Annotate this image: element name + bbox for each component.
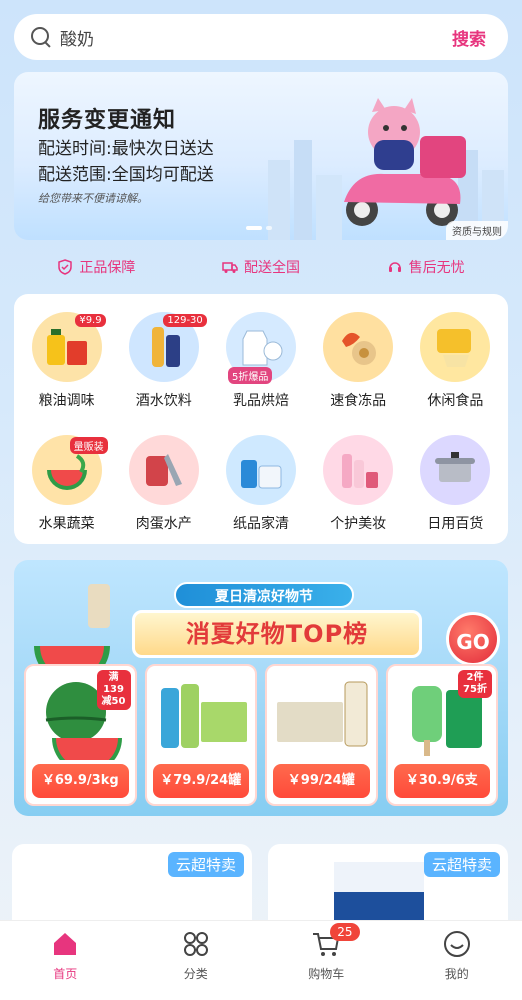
banner-apology-note: 给您带来不便请谅解。 <box>38 192 148 205</box>
category-meat-seafood[interactable]: 肉蛋水产 <box>115 435 212 544</box>
search-input[interactable]: 酸奶 <box>60 25 452 50</box>
cart-count-badge: 25 <box>330 923 360 941</box>
category-label: 速食冻品 <box>330 393 387 409</box>
support-icon <box>388 262 401 272</box>
deal-price: ￥30.9/6支 <box>393 764 490 798</box>
service-notice-banner[interactable]: 服务变更通知 配送时间:最快次日送达 配送范围:全国均可配送 给您带来不便请谅解… <box>14 72 508 240</box>
banner-delivery-time: 配送时间:最快次日送达 <box>38 139 214 159</box>
soda-cans-image <box>160 684 247 748</box>
tab-category[interactable]: 分类 <box>156 929 236 982</box>
search-icon <box>30 26 52 48</box>
deal-price: ￥99/24罐 <box>273 764 370 798</box>
category-label: 乳品烘焙 <box>232 393 289 409</box>
deal-popsicle[interactable]: 2件 75折 ￥30.9/6支 <box>385 664 498 806</box>
category-dairy-bakery[interactable]: 5折爆品 乳品烘焙 <box>212 312 309 421</box>
tab-label: 我的 <box>444 967 469 981</box>
service-guarantees: 正品保障 配送全国 售后无忧 <box>14 252 508 282</box>
banner-delivery-range: 配送范围:全国均可配送 <box>38 165 214 185</box>
category-drinks[interactable]: 129-30 酒水饮料 <box>115 312 212 421</box>
watermelon-beer-illustration <box>34 584 110 672</box>
delivery-mascot-illustration <box>344 98 466 226</box>
service-label: 正品保障 <box>79 260 136 276</box>
search-bar[interactable]: 酸奶 搜索 <box>14 14 508 60</box>
deal-beer[interactable]: ￥99/24罐 <box>265 664 378 806</box>
special-sale-tag: 云超特卖 <box>423 852 500 877</box>
smiley-profile-icon <box>443 931 470 957</box>
category-grid-icon <box>183 932 208 956</box>
deal-watermelon[interactable]: 满139 减50 ￥69.9/3kg <box>24 664 137 806</box>
category-tag: 129-30 <box>163 314 207 327</box>
category-label: 日用百货 <box>427 516 484 532</box>
category-daily-goods[interactable]: 日用百货 <box>407 435 504 544</box>
bottom-tab-bar: 首页 分类 25 购物车 我的 <box>0 920 522 1000</box>
service-authentic[interactable]: 正品保障 <box>57 257 135 277</box>
drinks-image: 129-30 <box>128 312 207 382</box>
category-label: 纸品家清 <box>232 516 289 532</box>
tab-home[interactable]: 首页 <box>25 929 105 982</box>
truck-icon <box>222 262 238 273</box>
category-tag: 量贩装 <box>69 437 108 454</box>
category-fruit-veg[interactable]: 量贩装 水果蔬菜 <box>18 435 115 544</box>
tab-label: 购物车 <box>308 967 345 981</box>
deal-price: ￥79.9/24罐 <box>152 764 249 798</box>
banner-title: 服务变更通知 <box>38 108 177 133</box>
promo-headline: 消夏好物TOP榜 <box>132 610 422 658</box>
personal-care-image <box>323 435 394 505</box>
carousel-indicator <box>246 226 272 230</box>
summer-promo-section[interactable]: 夏日清凉好物节 消夏好物TOP榜 GO 满139 减50 ￥69.9/3kg ￥7… <box>14 560 508 816</box>
go-button[interactable]: GO <box>446 612 500 666</box>
service-nationwide[interactable]: 配送全国 <box>222 257 300 277</box>
tab-cart[interactable]: 25 购物车 <box>286 923 366 982</box>
frozen-food-image <box>323 312 394 382</box>
service-aftersales[interactable]: 售后无忧 <box>387 257 465 277</box>
tab-label: 分类 <box>183 967 208 981</box>
meat-seafood-image <box>128 435 199 505</box>
promo-deal-list: 满139 减50 ￥69.9/3kg ￥79.9/24罐 ￥99/24罐 2件 … <box>24 664 498 806</box>
service-label: 配送全国 <box>243 260 300 276</box>
category-paper-cleaning[interactable]: 纸品家清 <box>212 435 309 544</box>
category-label: 水果蔬菜 <box>38 516 95 532</box>
category-tag: ¥9.9 <box>75 314 106 327</box>
category-label: 粮油调味 <box>38 393 95 409</box>
category-label: 酒水饮料 <box>135 393 192 409</box>
category-grain-oil[interactable]: ¥9.9 粮油调味 <box>18 312 115 421</box>
daily-goods-image <box>420 435 491 505</box>
service-label: 售后无忧 <box>408 260 465 276</box>
rules-link[interactable]: 资质与规则 <box>446 221 508 240</box>
snacks-image <box>420 312 491 382</box>
category-frozen[interactable]: 速食冻品 <box>310 312 407 421</box>
deal-price: ￥69.9/3kg <box>32 764 129 798</box>
category-snacks[interactable]: 休闲食品 <box>407 312 504 421</box>
special-sale-tag: 云超特卖 <box>167 852 244 877</box>
dairy-image: 5折爆品 <box>225 312 296 384</box>
fruit-veg-image: 量贩装 <box>31 435 108 505</box>
category-label: 休闲食品 <box>427 393 484 409</box>
shield-icon <box>58 259 73 275</box>
home-icon <box>54 933 77 955</box>
search-button[interactable]: 搜索 <box>452 25 486 50</box>
beer-cans-image <box>277 681 368 747</box>
category-label: 肉蛋水产 <box>135 516 192 532</box>
tab-profile[interactable]: 我的 <box>417 929 497 982</box>
grain-oil-image: ¥9.9 <box>31 312 106 382</box>
tab-label: 首页 <box>53 967 78 981</box>
category-grid: ¥9.9 粮油调味 129-30 酒水饮料 5折爆品 乳品烘焙 速食冻品 休闲食… <box>14 294 508 544</box>
discount-badge: 满139 减50 <box>96 670 131 710</box>
category-personal-care[interactable]: 个护美妆 <box>310 435 407 544</box>
discount-badge: 2件 75折 <box>458 670 492 698</box>
category-tag: 5折爆品 <box>227 367 273 384</box>
category-label: 个护美妆 <box>330 516 387 532</box>
paper-cleaning-image <box>225 435 296 505</box>
festival-title: 夏日清凉好物节 <box>174 582 354 608</box>
deal-soda[interactable]: ￥79.9/24罐 <box>144 664 257 806</box>
